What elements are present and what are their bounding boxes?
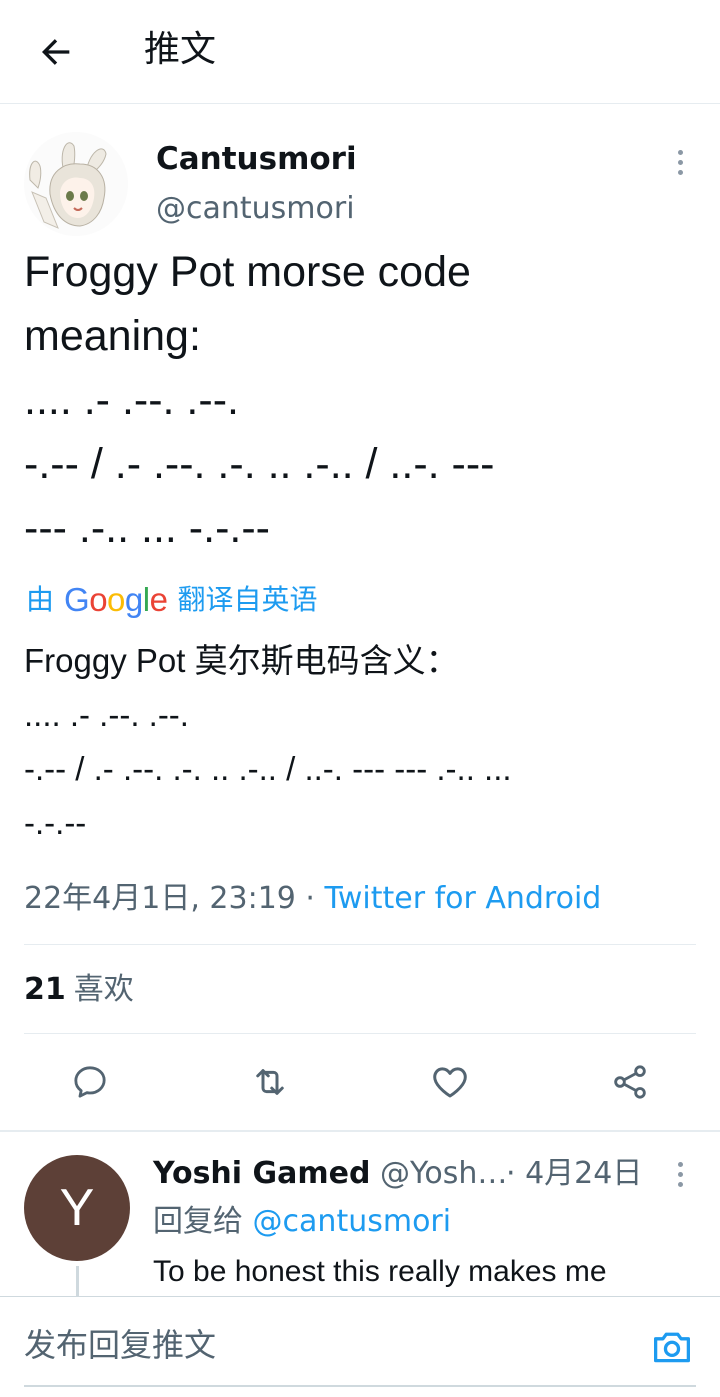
- more-dots-icon-dot: [677, 169, 683, 175]
- translation-attribution[interactable]: 由 Google 翻译自英语: [26, 580, 317, 620]
- reply-to-label: 回复给: [153, 1204, 243, 1239]
- more-dots-icon: [677, 1161, 683, 1167]
- google-logo-letter: e: [149, 581, 168, 618]
- compose-bar: 发布回复推文: [0, 1296, 720, 1397]
- reply-text: To be honest this really makes me: [153, 1255, 607, 1288]
- reply-author-handle: @Yosh…: [380, 1156, 508, 1191]
- reply-more-button[interactable]: [664, 1156, 696, 1192]
- divider: [24, 944, 696, 945]
- arrow-left-icon: [42, 39, 70, 65]
- google-logo-letter: o: [107, 581, 125, 618]
- google-logo-letter: G: [64, 581, 90, 618]
- section-divider: [0, 1130, 720, 1132]
- reply-button[interactable]: [68, 1060, 112, 1104]
- author-avatar[interactable]: [24, 132, 128, 236]
- thread-line: [76, 1266, 79, 1298]
- google-logo-letter: o: [89, 581, 108, 618]
- author-name[interactable]: Cantusmori: [156, 138, 357, 180]
- google-logo-letter: l: [142, 581, 150, 618]
- camera-button[interactable]: [648, 1325, 696, 1369]
- likes-label: 喜欢: [73, 972, 134, 1007]
- more-options-button[interactable]: [664, 144, 696, 180]
- meta-separator: ·: [295, 881, 325, 916]
- compose-underline: [24, 1385, 696, 1387]
- more-dots-icon-dot: [677, 1171, 683, 1177]
- retweet-icon: [256, 1069, 284, 1095]
- translated-text: Froggy Pot 莫尔斯电码含义： .... .- .--. .--. -.…: [24, 642, 512, 841]
- tweet-source[interactable]: Twitter for Android: [324, 881, 601, 916]
- reply-author-name: Yoshi Gamed: [153, 1156, 371, 1191]
- comment-icon: [74, 1066, 106, 1098]
- likes-count: 21: [24, 972, 66, 1007]
- reply-to-line: 回复给 @cantusmori: [153, 1200, 451, 1244]
- reply-avatar[interactable]: Y: [24, 1155, 130, 1261]
- anime-avatar-image: [24, 132, 128, 236]
- reply-compose-input[interactable]: 发布回复推文: [24, 1323, 216, 1367]
- likes-summary[interactable]: 21 喜欢: [24, 968, 134, 1012]
- like-button[interactable]: [428, 1060, 472, 1104]
- more-dots-icon: [677, 149, 683, 155]
- translate-suffix: 翻译自英语: [177, 583, 318, 616]
- share-button[interactable]: [608, 1060, 652, 1104]
- retweet-button[interactable]: [248, 1060, 292, 1104]
- top-bar: 推文: [0, 0, 720, 104]
- google-logo: Google: [64, 580, 168, 620]
- tweet-timestamp[interactable]: 22年4月1日, 23:19: [24, 881, 296, 916]
- tweet-text: Froggy Pot morse code meaning: .... .- .…: [24, 248, 495, 552]
- camera-icon: [654, 1332, 690, 1363]
- more-dots-icon-dot: [677, 159, 683, 165]
- author-handle[interactable]: @cantusmori: [156, 188, 355, 230]
- reply-to-mention[interactable]: @cantusmori: [253, 1204, 452, 1239]
- reply-date[interactable]: · 4月24日: [506, 1152, 642, 1196]
- back-button[interactable]: [32, 28, 80, 76]
- divider: [24, 1033, 696, 1034]
- page-title: 推文: [144, 29, 217, 70]
- google-logo-letter: g: [124, 581, 143, 618]
- more-dots-icon-dot: [677, 1181, 683, 1187]
- tweet-meta: 22年4月1日, 23:19 · Twitter for Android: [24, 878, 601, 920]
- translate-prefix: 由: [26, 583, 55, 616]
- reply-header[interactable]: Yoshi Gamed @Yosh…: [153, 1152, 507, 1196]
- share-icon: [614, 1065, 646, 1099]
- heart-icon: [433, 1067, 467, 1098]
